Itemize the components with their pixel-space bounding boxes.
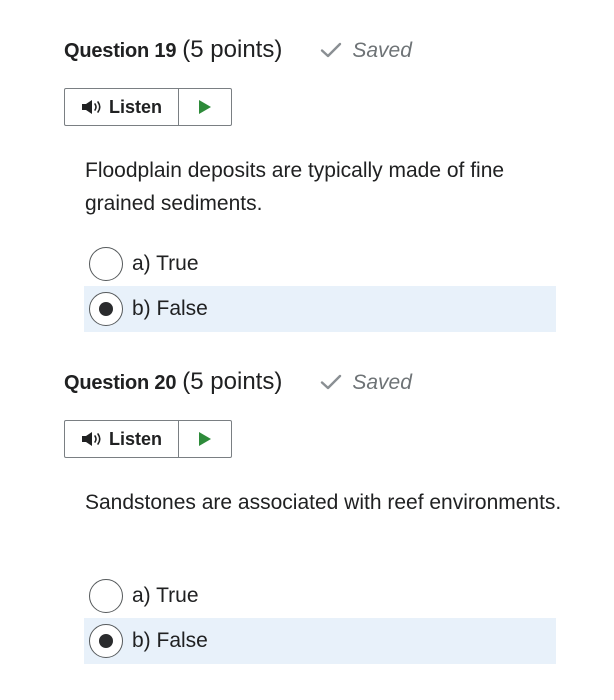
option-label: a) True bbox=[132, 584, 199, 607]
listen-button[interactable]: Listen bbox=[65, 421, 179, 457]
option-label: a) True bbox=[132, 252, 199, 275]
option-true[interactable]: a) True bbox=[84, 573, 556, 619]
play-icon bbox=[199, 432, 211, 446]
radio-dot bbox=[99, 634, 113, 648]
play-button[interactable] bbox=[179, 89, 231, 125]
question-title: Question 20 bbox=[64, 372, 177, 394]
speaker-icon bbox=[81, 100, 101, 114]
option-label: b) False bbox=[132, 629, 208, 652]
saved-label: Saved bbox=[352, 39, 412, 62]
question-19: Question 19 (5 points) Saved Listen Floo… bbox=[0, 36, 614, 336]
radio-button[interactable] bbox=[89, 247, 123, 281]
saved-status: Saved bbox=[320, 39, 412, 63]
question-header: Question 20 (5 points) Saved bbox=[64, 368, 412, 402]
question-header: Question 19 (5 points) Saved bbox=[64, 36, 412, 70]
saved-label: Saved bbox=[352, 371, 412, 394]
question-title: Question 19 bbox=[64, 40, 177, 62]
play-button[interactable] bbox=[179, 421, 231, 457]
option-false[interactable]: b) False bbox=[84, 286, 556, 332]
question-text: Floodplain deposits are typically made o… bbox=[85, 159, 505, 215]
radio-dot bbox=[99, 302, 113, 316]
listen-widget: Listen bbox=[64, 420, 232, 458]
radio-button-selected[interactable] bbox=[89, 292, 123, 326]
radio-button[interactable] bbox=[89, 579, 123, 613]
option-false[interactable]: b) False bbox=[84, 618, 556, 664]
play-icon bbox=[199, 100, 211, 114]
check-icon bbox=[321, 42, 342, 58]
listen-label: Listen bbox=[108, 428, 162, 449]
question-points: (5 points) bbox=[182, 36, 283, 63]
question-text: Sandstones are associated with reef envi… bbox=[85, 491, 562, 514]
option-label: b) False bbox=[132, 297, 208, 320]
question-points: (5 points) bbox=[182, 368, 283, 395]
speaker-icon bbox=[81, 432, 101, 446]
listen-button[interactable]: Listen bbox=[65, 89, 179, 125]
listen-label: Listen bbox=[108, 96, 162, 117]
saved-status: Saved bbox=[320, 371, 412, 395]
question-20: Question 20 (5 points) Saved Listen Sand… bbox=[0, 368, 614, 668]
listen-widget: Listen bbox=[64, 88, 232, 126]
option-true[interactable]: a) True bbox=[84, 241, 556, 287]
radio-button-selected[interactable] bbox=[89, 624, 123, 658]
check-icon bbox=[321, 374, 342, 390]
